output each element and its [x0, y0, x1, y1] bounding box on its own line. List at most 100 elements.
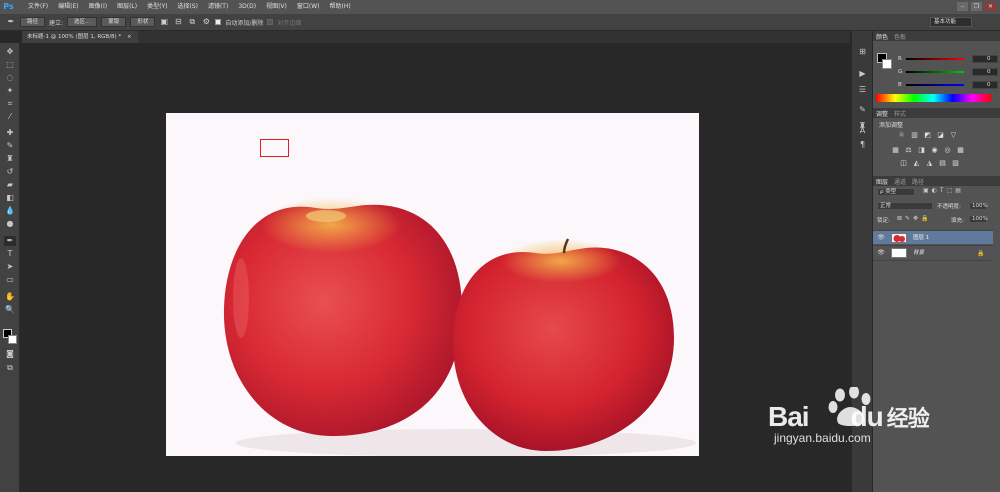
path-alignment-icon[interactable]: ⊟	[173, 17, 183, 27]
history-brush-tool-icon[interactable]: ↺	[4, 167, 16, 177]
zoom-tool-icon[interactable]: 🔍	[4, 305, 16, 315]
history-panel-icon[interactable]: ⊞	[857, 47, 868, 57]
invert-icon[interactable]: ◫	[899, 159, 908, 167]
document-tab[interactable]: 未标题-1 @ 100% (图层 1, RGB/8) * ×	[22, 31, 138, 43]
tab-close-icon[interactable]: ×	[127, 34, 132, 40]
exposure-icon[interactable]: ◪	[936, 131, 945, 139]
fill-field[interactable]: 100%	[969, 215, 988, 223]
path-mode-select[interactable]: 路径	[20, 17, 46, 27]
quick-mask-icon[interactable]: ◙	[4, 349, 16, 359]
menu-layer[interactable]: 图层(L)	[112, 0, 142, 14]
menu-window[interactable]: 窗口(W)	[292, 0, 325, 14]
layer-name[interactable]: 图层 1	[913, 231, 929, 245]
g-value-field[interactable]: 0	[972, 68, 998, 76]
tab-paths[interactable]: 路径	[912, 177, 924, 186]
menu-filter[interactable]: 滤镜(T)	[203, 0, 233, 14]
menu-edit[interactable]: 编辑(E)	[53, 0, 83, 14]
brush-tool-icon[interactable]: ✎	[4, 141, 16, 151]
blend-mode-select[interactable]: 正常	[877, 202, 933, 210]
vibrance-icon[interactable]: ▽	[949, 131, 958, 139]
layer-row-background[interactable]: 👁 背景 🔒	[873, 245, 993, 259]
layer-name[interactable]: 背景	[913, 246, 924, 260]
workspace-select[interactable]: 基本功能	[930, 17, 972, 27]
background-color-swatch[interactable]	[8, 335, 17, 344]
character-panel-icon[interactable]: A	[857, 126, 868, 136]
eraser-tool-icon[interactable]: ▰	[4, 180, 16, 190]
hue-sat-icon[interactable]: ▦	[891, 146, 900, 154]
tab-swatches[interactable]: 色板	[894, 32, 906, 41]
layer-kind-filter[interactable]: ρ 类型	[877, 188, 915, 196]
dodge-tool-icon[interactable]: ●	[4, 219, 16, 229]
pen-tool-icon[interactable]: ✒	[4, 236, 16, 246]
photo-filter-icon[interactable]: ◉	[930, 146, 939, 154]
tab-styles[interactable]: 样式	[894, 109, 906, 118]
b-track[interactable]	[906, 84, 964, 86]
g-track[interactable]	[906, 71, 964, 73]
canvas-area[interactable]	[20, 43, 850, 492]
r-value-field[interactable]: 0	[972, 55, 998, 63]
visibility-eye-icon[interactable]: 👁	[877, 234, 885, 242]
color-panel-bg-swatch[interactable]	[882, 59, 892, 69]
type-tool-icon[interactable]: T	[4, 249, 16, 259]
align-edges-checkbox[interactable]	[267, 19, 274, 25]
slider-red[interactable]: R 0	[898, 55, 998, 63]
menu-3d[interactable]: 3D(D)	[233, 0, 261, 14]
b-value-field[interactable]: 0	[972, 81, 998, 89]
layer-row-1[interactable]: 👁 图层 1	[873, 230, 993, 244]
minimize-icon[interactable]: –	[957, 2, 968, 11]
make-selection-button[interactable]: 选区...	[67, 17, 98, 27]
tab-adjustments[interactable]: 调整	[876, 109, 888, 118]
path-arrangement-icon[interactable]: ⧉	[187, 17, 197, 27]
posterize-icon[interactable]: ◭	[912, 159, 921, 167]
properties-panel-icon[interactable]: ☰	[857, 85, 868, 95]
menu-type[interactable]: 类型(Y)	[142, 0, 172, 14]
brush-panel-icon[interactable]: ✎	[857, 105, 868, 115]
clone-stamp-tool-icon[interactable]: ♜	[4, 154, 16, 164]
close-icon[interactable]: ✕	[985, 2, 996, 11]
opacity-field[interactable]: 100%	[969, 202, 988, 210]
color-lookup-icon[interactable]: ▦	[956, 146, 965, 154]
tab-color[interactable]: 颜色	[876, 32, 888, 41]
menu-select[interactable]: 选择(S)	[172, 0, 203, 14]
paragraph-panel-icon[interactable]: ¶	[857, 140, 868, 150]
pen-tool-preset-icon[interactable]: ✒	[6, 17, 16, 27]
levels-icon[interactable]: ▥	[910, 131, 919, 139]
make-mask-button[interactable]: 蒙版	[101, 17, 127, 27]
threshold-icon[interactable]: ◮	[925, 159, 934, 167]
selective-color-icon[interactable]: ▧	[951, 159, 960, 167]
curves-icon[interactable]: ◩	[923, 131, 932, 139]
gradient-tool-icon[interactable]: ◧	[4, 193, 16, 203]
eyedropper-tool-icon[interactable]: ⁄	[4, 112, 16, 122]
quick-select-tool-icon[interactable]: ✦	[4, 86, 16, 96]
r-track[interactable]	[906, 58, 964, 60]
tab-channels[interactable]: 通道	[894, 177, 906, 186]
color-spectrum[interactable]	[876, 94, 991, 102]
marquee-tool-icon[interactable]: ⬚	[4, 60, 16, 70]
gradient-map-icon[interactable]: ▤	[938, 159, 947, 167]
gear-icon[interactable]: ⚙	[201, 17, 211, 27]
rectangle-tool-icon[interactable]: ▭	[4, 275, 16, 285]
menu-help[interactable]: 帮助(H)	[325, 0, 356, 14]
color-balance-icon[interactable]: ⚖	[904, 146, 913, 154]
channel-mixer-icon[interactable]: ◎	[943, 146, 952, 154]
hand-tool-icon[interactable]: ✋	[4, 292, 16, 302]
crop-tool-icon[interactable]: ⌗	[4, 99, 16, 109]
tab-layers[interactable]: 图层	[876, 177, 888, 186]
slider-blue[interactable]: B 0	[898, 81, 998, 89]
bw-icon[interactable]: ◨	[917, 146, 926, 154]
healing-brush-tool-icon[interactable]: ✚	[4, 128, 16, 138]
document-canvas[interactable]	[166, 113, 699, 456]
screen-mode-icon[interactable]: ⧉	[4, 363, 16, 373]
make-shape-button[interactable]: 形状	[130, 17, 156, 27]
restore-icon[interactable]: ❐	[971, 2, 982, 11]
visibility-eye-icon[interactable]: 👁	[877, 249, 885, 257]
menu-view[interactable]: 视图(V)	[261, 0, 292, 14]
menu-image[interactable]: 图像(I)	[84, 0, 112, 14]
auto-add-delete-checkbox[interactable]	[215, 19, 222, 25]
actions-panel-icon[interactable]: ▶	[857, 69, 868, 79]
blur-tool-icon[interactable]: 💧	[4, 206, 16, 216]
slider-green[interactable]: G 0	[898, 68, 998, 76]
menu-file[interactable]: 文件(F)	[23, 0, 53, 14]
path-operations-icon[interactable]: ▣	[159, 17, 169, 27]
lasso-tool-icon[interactable]: ◌	[4, 73, 16, 83]
